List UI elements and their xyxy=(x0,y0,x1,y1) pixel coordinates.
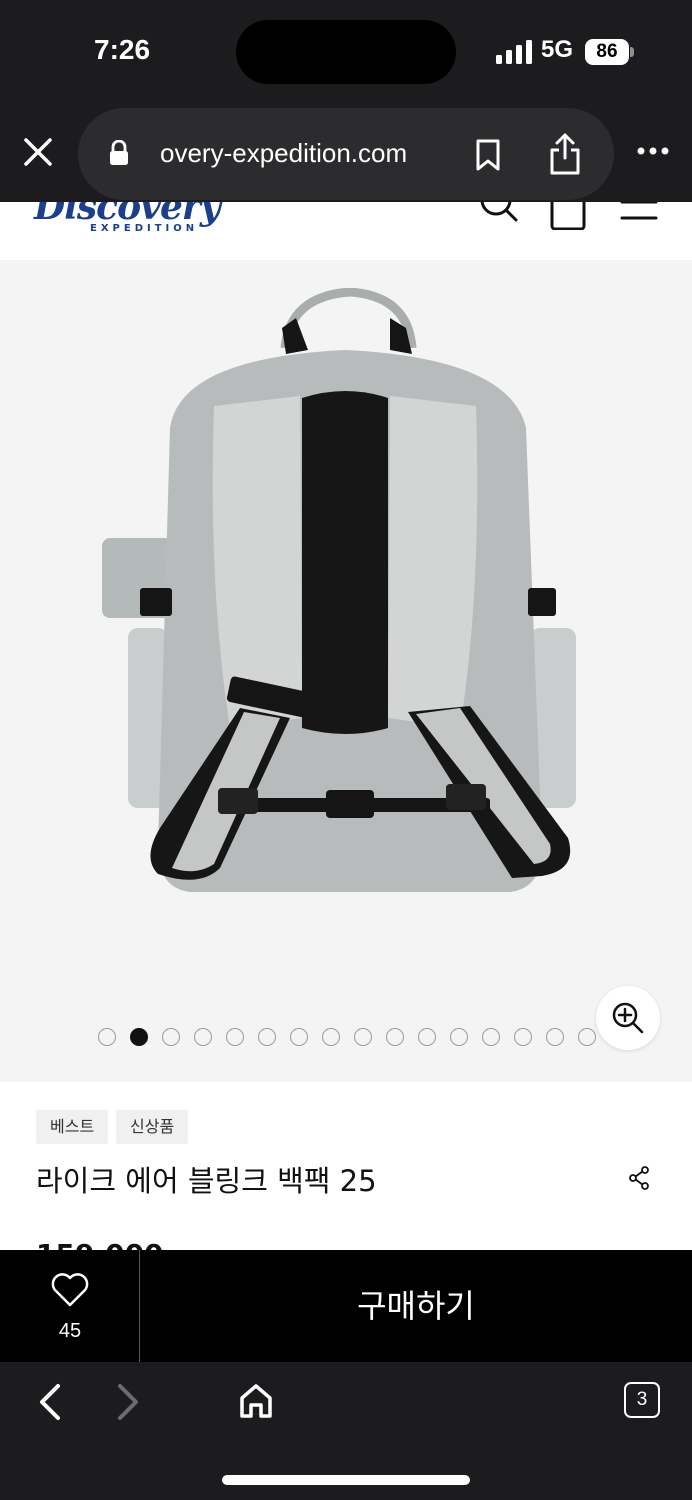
status-time: 7:26 xyxy=(94,34,151,65)
carousel-dot[interactable] xyxy=(162,1028,180,1046)
buy-bar: 45 구매하기 xyxy=(0,1250,692,1362)
buy-button[interactable]: 구매하기 xyxy=(140,1250,692,1362)
share-icon[interactable] xyxy=(628,1166,650,1190)
discovery-logo[interactable]: Discovery EXPEDITION xyxy=(34,202,221,234)
menu-icon[interactable] xyxy=(620,202,658,224)
zoom-button[interactable] xyxy=(596,986,660,1050)
browser-toolbar: overy-expedition.com xyxy=(0,102,692,202)
back-arrow-icon[interactable] xyxy=(36,1382,64,1422)
carousel-dot[interactable] xyxy=(514,1028,532,1046)
close-icon[interactable] xyxy=(20,134,56,170)
network-label: 5G xyxy=(541,36,574,63)
carousel-dot[interactable] xyxy=(546,1028,564,1046)
url-text: overy-expedition.com xyxy=(160,138,408,168)
heart-icon xyxy=(51,1273,89,1307)
address-bar[interactable]: overy-expedition.com xyxy=(78,108,614,200)
tag-new: 신상품 xyxy=(116,1110,189,1144)
carousel-dot[interactable] xyxy=(482,1028,500,1046)
product-gallery[interactable] xyxy=(0,260,692,1082)
carousel-dot[interactable] xyxy=(322,1028,340,1046)
logo-subtext: EXPEDITION xyxy=(90,223,199,234)
carousel-dot[interactable] xyxy=(386,1028,404,1046)
lock-icon xyxy=(110,140,128,165)
signal-icon xyxy=(496,40,532,64)
zoom-in-icon xyxy=(612,1002,644,1034)
forward-arrow-icon[interactable] xyxy=(114,1382,142,1422)
search-icon[interactable] xyxy=(478,202,520,228)
battery-tip xyxy=(630,47,634,57)
like-button[interactable]: 45 xyxy=(0,1250,140,1362)
shopping-bag-icon[interactable] xyxy=(548,202,588,230)
status-bar: 7:26 5G 86 xyxy=(0,0,692,102)
tabs-button[interactable]: 3 xyxy=(624,1382,660,1418)
like-count: 45 xyxy=(58,1320,82,1342)
carousel-dot[interactable] xyxy=(290,1028,308,1046)
tag-best: 베스트 xyxy=(36,1110,109,1144)
dynamic-island xyxy=(236,20,456,84)
carousel-dot-active[interactable] xyxy=(130,1028,148,1046)
battery-icon: 86 xyxy=(585,39,629,65)
home-indicator xyxy=(222,1475,470,1485)
product-info: 베스트 신상품 라이크 에어 블링크 백팩 25 159,000 xyxy=(0,1082,692,1271)
carousel-dot[interactable] xyxy=(194,1028,212,1046)
product-title: 라이크 에어 블링크 백팩 25 xyxy=(36,1164,377,1198)
more-icon[interactable] xyxy=(636,144,670,158)
carousel-dot[interactable] xyxy=(418,1028,436,1046)
carousel-dot[interactable] xyxy=(450,1028,468,1046)
site-header: Discovery EXPEDITION xyxy=(0,202,692,260)
share-icon[interactable] xyxy=(548,132,582,176)
carousel-dot[interactable] xyxy=(578,1028,596,1046)
carousel-dot[interactable] xyxy=(226,1028,244,1046)
carousel-dot[interactable] xyxy=(354,1028,372,1046)
bookmark-icon[interactable] xyxy=(474,138,502,172)
carousel-dot[interactable] xyxy=(98,1028,116,1046)
backpack-image xyxy=(102,288,576,892)
home-icon[interactable] xyxy=(238,1382,274,1420)
carousel-dot[interactable] xyxy=(258,1028,276,1046)
